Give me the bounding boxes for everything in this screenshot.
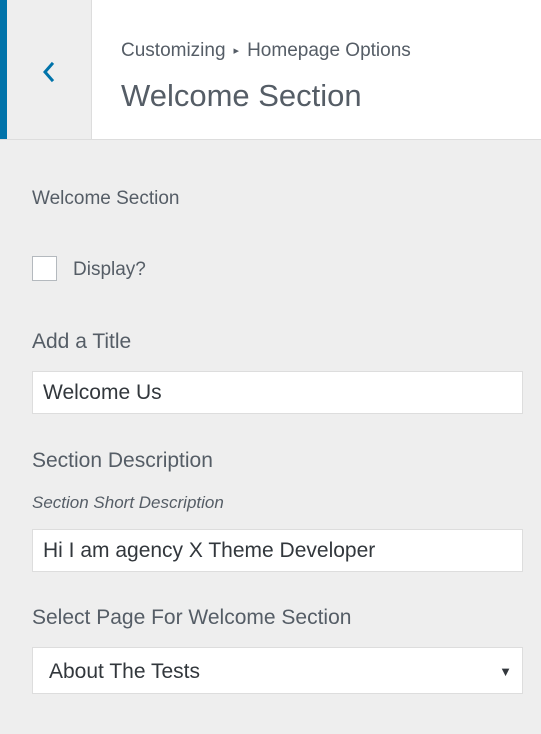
breadcrumb-current: Homepage Options [247, 40, 411, 61]
panel-header: Customizing ▸ Homepage Options Welcome Sec… [0, 0, 541, 140]
section-label: Welcome Section [32, 188, 180, 209]
description-input[interactable] [32, 529, 523, 572]
display-checkbox[interactable] [32, 256, 57, 281]
page-title: Welcome Section [121, 78, 362, 113]
chevron-left-icon [43, 61, 55, 83]
display-checkbox-label[interactable]: Display? [73, 259, 146, 281]
breadcrumb-parent: Customizing [121, 40, 226, 61]
page-select-label: Select Page For Welcome Section [32, 606, 352, 629]
breadcrumb: Customizing ▸ Homepage Options [121, 40, 411, 62]
title-input[interactable] [32, 371, 523, 414]
page-select[interactable]: About The Tests ▼ [32, 647, 523, 694]
back-button[interactable] [0, 0, 92, 139]
dropdown-arrow-icon: ▼ [499, 664, 512, 679]
page-select-value: About The Tests [49, 660, 200, 683]
description-hint: Section Short Description [32, 493, 224, 512]
breadcrumb-separator-icon: ▸ [233, 45, 240, 57]
description-field-label: Section Description [32, 449, 213, 472]
title-field-label: Add a Title [32, 330, 132, 353]
